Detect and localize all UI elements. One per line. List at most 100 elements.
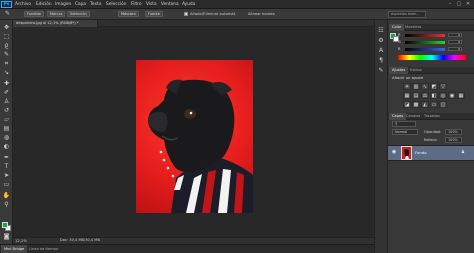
menu-seleccion[interactable]: Selección xyxy=(106,1,126,8)
bw-icon[interactable]: ◧ xyxy=(430,92,438,99)
menu-vista[interactable]: Vista xyxy=(146,1,157,8)
lock-icon[interactable]: 🔒︎ xyxy=(459,149,467,156)
menu-filtro[interactable]: Filtro xyxy=(131,1,142,8)
red-label: R xyxy=(398,33,401,37)
invert-icon[interactable]: ◪ xyxy=(403,101,411,108)
document-tab[interactable]: despairdro.jpg al 12,1% (RGB/8*) * xyxy=(13,20,98,27)
path-select-icon[interactable]: ➤ xyxy=(2,172,11,180)
option-fundido-button[interactable]: Fundido xyxy=(24,11,44,17)
clone-stamp-icon[interactable]: ♙ xyxy=(2,98,11,106)
blue-slider[interactable] xyxy=(405,48,445,51)
green-slider[interactable] xyxy=(405,41,445,44)
tab-paths[interactable]: Trazados xyxy=(421,113,443,120)
marquee-icon[interactable]: ⬚ xyxy=(2,33,11,41)
tab-timeline[interactable]: Línea de tiempo xyxy=(26,245,61,253)
red-value[interactable]: 0 xyxy=(448,33,462,37)
pen-icon[interactable]: ✒ xyxy=(2,154,11,162)
green-label: G xyxy=(398,40,401,44)
healing-icon[interactable]: ✚ xyxy=(2,80,11,88)
auto-enhance-checkbox[interactable] xyxy=(184,12,188,16)
layer-name[interactable]: Fondo xyxy=(415,149,427,156)
tab-styles[interactable]: Estilos xyxy=(407,67,425,74)
minimize-icon[interactable]: – xyxy=(446,1,454,7)
brush-icon[interactable]: ✐ xyxy=(2,89,11,97)
menu-imagen[interactable]: Imagen xyxy=(55,1,71,8)
zoom-icon[interactable]: ⚲ xyxy=(2,201,11,209)
eraser-icon[interactable]: ▱ xyxy=(2,116,11,124)
dodge-icon[interactable]: ◐ xyxy=(2,143,11,151)
zoom-level[interactable]: 12,2% xyxy=(15,237,29,244)
opacity-field[interactable]: 100% xyxy=(445,129,462,135)
tab-mini-bridge[interactable]: Mini Bridge xyxy=(1,245,28,253)
red-slider[interactable] xyxy=(405,34,445,37)
menu-texto[interactable]: Texto xyxy=(90,1,101,8)
visibility-eye-icon[interactable]: ◉ xyxy=(390,149,398,156)
close-icon[interactable]: ✕ xyxy=(464,1,472,7)
shape-icon[interactable]: ▭ xyxy=(2,181,11,189)
triangle-icon[interactable]: ▽ xyxy=(439,83,447,90)
quick-mask-icon[interactable]: ◙ xyxy=(2,233,11,241)
levels-icon[interactable]: ▥ xyxy=(412,83,420,90)
crop-icon[interactable]: ⌗ xyxy=(2,60,11,68)
hue-icon[interactable]: ▤ xyxy=(412,92,420,99)
selective-color-icon[interactable]: ◫ xyxy=(439,101,447,108)
adjust-panel-title: Añadir un ajuste xyxy=(392,75,424,80)
tab-swatches[interactable]: Muestras xyxy=(402,24,424,31)
workspace-select[interactable]: Aspectos esen... xyxy=(388,11,426,18)
brush-preset-icon[interactable]: ✎ xyxy=(377,67,385,75)
curves-icon[interactable]: ∿ xyxy=(421,83,429,90)
option-seleccion-button[interactable]: Selección xyxy=(67,11,90,17)
grid-icon[interactable]: ▦ xyxy=(457,92,465,99)
threshold-icon[interactable]: ◭ xyxy=(421,101,429,108)
balance-icon[interactable]: ⚖ xyxy=(421,92,429,99)
auto-enhance-label: Añadir/Eliminar automát. xyxy=(190,12,237,16)
posterize-icon[interactable]: ▩ xyxy=(412,101,420,108)
move-icon[interactable]: ✥ xyxy=(2,24,11,32)
history-brush-icon[interactable]: ↺ xyxy=(2,107,11,115)
gradient-icon[interactable]: ▤ xyxy=(2,125,11,133)
history-icon[interactable]: ☷ xyxy=(377,27,385,35)
channel-icon[interactable]: ◉ xyxy=(448,92,456,99)
eyedropper-icon[interactable]: ↘ xyxy=(2,69,11,77)
option-fuente-button[interactable]: Fuente xyxy=(145,11,163,17)
layer-filter-select[interactable]: ⚲ xyxy=(392,121,416,127)
foreground-color-swatch[interactable] xyxy=(2,222,8,228)
exposure-icon[interactable]: ◩ xyxy=(430,83,438,90)
document-image[interactable] xyxy=(136,60,253,213)
option-marcos-button[interactable]: Marcos xyxy=(47,11,66,17)
hand-icon[interactable]: ✋ xyxy=(2,192,11,200)
quick-select-tool-icon[interactable]: ✎ xyxy=(3,10,12,18)
layer-thumb-pug xyxy=(404,149,409,159)
blue-value[interactable]: 0 xyxy=(448,47,462,51)
tab-adjustments[interactable]: Ajustes xyxy=(389,67,409,74)
gradient-map-icon[interactable]: ▭ xyxy=(430,101,438,108)
photo-filter-icon[interactable]: ◎ xyxy=(439,92,447,99)
green-value[interactable]: 0 xyxy=(448,40,462,44)
menu-edicion[interactable]: Edición xyxy=(36,1,52,8)
blue-label: B xyxy=(398,47,401,51)
blur-icon[interactable]: ◍ xyxy=(2,134,11,142)
properties-icon[interactable]: ⚙ xyxy=(377,37,385,45)
fill-field[interactable]: 100% xyxy=(445,137,462,143)
character-icon[interactable]: A xyxy=(377,47,385,55)
vibrance-icon[interactable]: ▦ xyxy=(403,92,411,99)
type-icon[interactable]: T xyxy=(2,163,11,171)
menu-archivo[interactable]: Archivo xyxy=(15,1,31,8)
refine-edge-label[interactable]: Alinear bordes xyxy=(248,11,275,17)
menu-ayuda[interactable]: Ayuda xyxy=(182,1,195,8)
lasso-icon[interactable]: ϱ xyxy=(2,42,11,50)
document-info[interactable]: Doc: 30,4 MB/30,4 MB xyxy=(60,237,120,244)
paragraph-icon[interactable]: ¶ xyxy=(377,57,385,65)
pug-photo xyxy=(148,79,253,213)
maximize-icon[interactable]: ▢ xyxy=(455,1,463,7)
layer-thumbnail xyxy=(401,146,412,160)
brightness-icon[interactable]: ☀ xyxy=(403,83,411,90)
color-spectrum[interactable] xyxy=(398,55,466,60)
menu-ventana[interactable]: Ventana xyxy=(161,1,179,8)
photoshop-logo: Ps xyxy=(1,1,12,8)
opacity-label: Opacidad: xyxy=(424,130,442,134)
option-mascara-button[interactable]: Máscara xyxy=(118,11,139,17)
menu-capa[interactable]: Capa xyxy=(75,1,86,8)
blend-mode-select[interactable]: Normal xyxy=(392,129,418,135)
quick-select-icon[interactable]: ✎ xyxy=(2,51,11,59)
